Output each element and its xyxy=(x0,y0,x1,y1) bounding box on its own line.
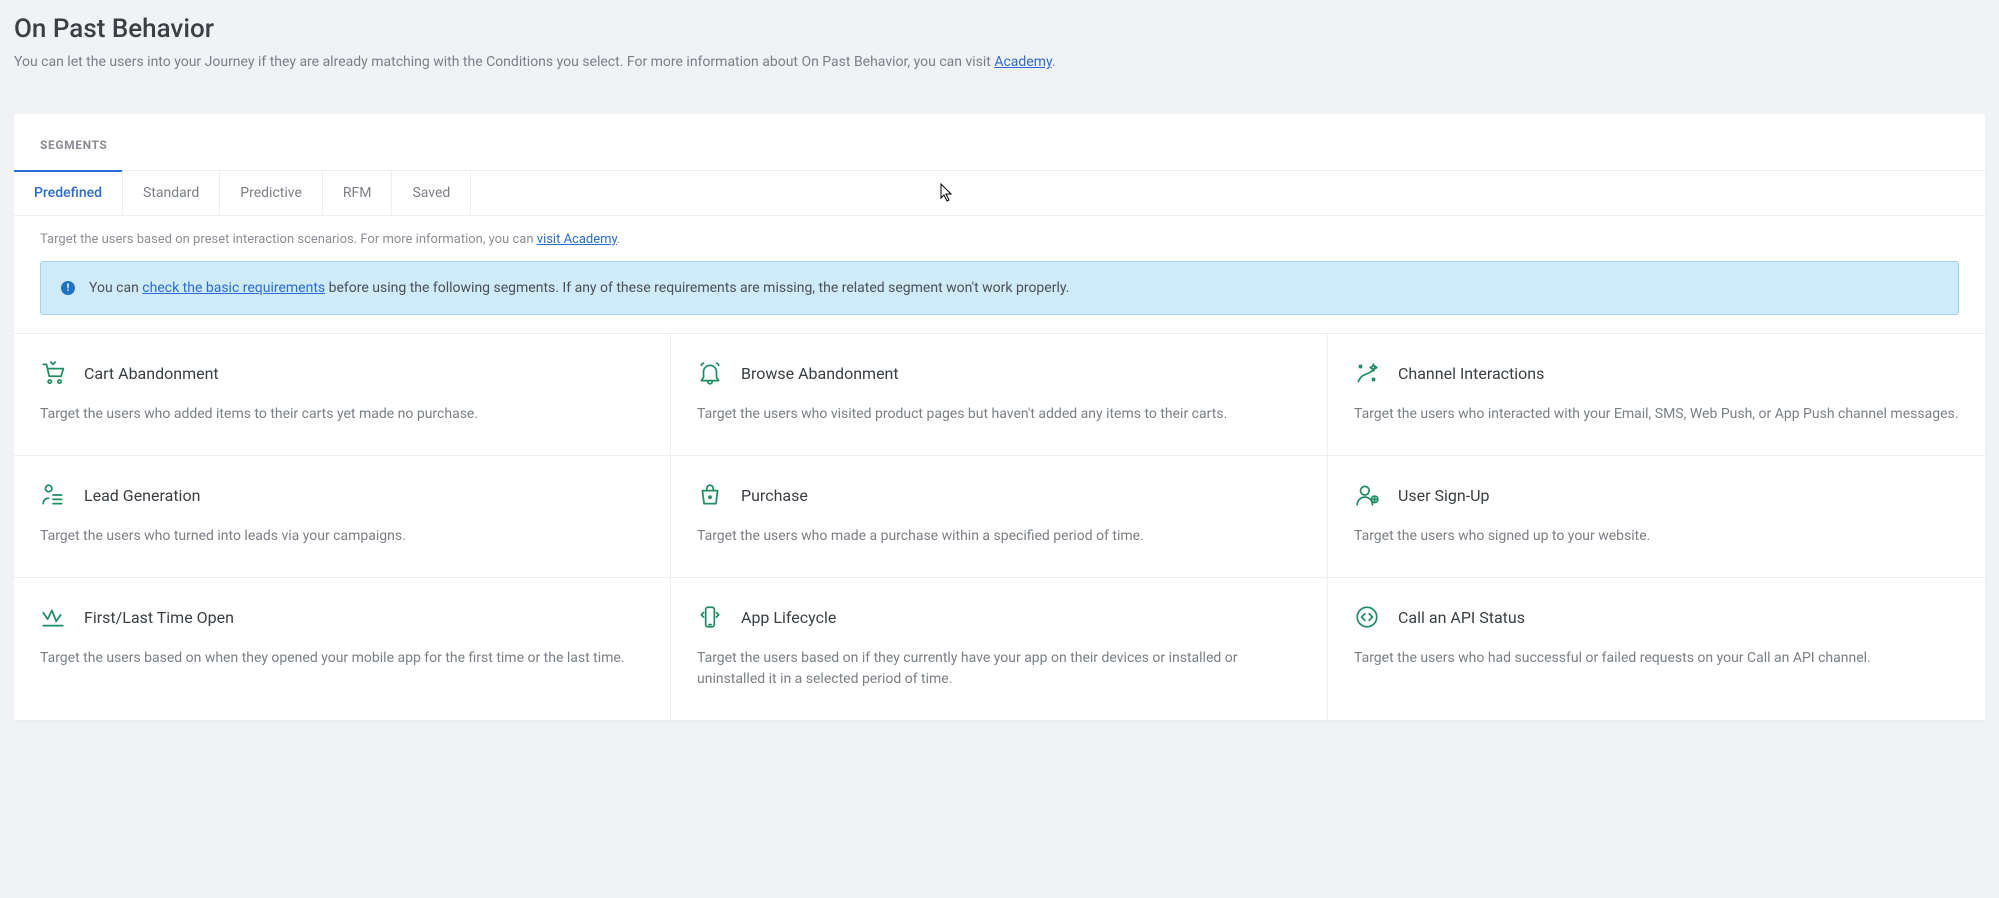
page-subtitle-post: . xyxy=(1052,54,1056,70)
card-channel-interactions[interactable]: Channel Interactions Target the users wh… xyxy=(1328,334,1985,456)
card-app-lifecycle[interactable]: App Lifecycle Target the users based on … xyxy=(671,578,1328,721)
card-head: Channel Interactions xyxy=(1354,360,1959,386)
tab-description: Target the users based on preset interac… xyxy=(14,216,1985,261)
user-plus-icon xyxy=(1354,482,1380,508)
card-title: Browse Abandonment xyxy=(741,364,899,383)
card-desc: Target the users who turned into leads v… xyxy=(40,526,644,547)
card-title: Lead Generation xyxy=(84,486,200,505)
card-head: App Lifecycle xyxy=(697,604,1301,630)
segments-panel: SEGMENTS Predefined Standard Predictive … xyxy=(14,114,1985,721)
card-title: First/Last Time Open xyxy=(84,608,234,627)
card-desc: Target the users who visited product pag… xyxy=(697,404,1301,425)
card-head: Cart Abandonment xyxy=(40,360,644,386)
card-head: Call an API Status xyxy=(1354,604,1959,630)
requirements-banner: You can check the basic requirements bef… xyxy=(40,261,1959,315)
card-cart-abandonment[interactable]: Cart Abandonment Target the users who ad… xyxy=(14,334,671,456)
page-header: On Past Behavior You can let the users i… xyxy=(14,14,1985,88)
segment-grid: Cart Abandonment Target the users who ad… xyxy=(14,333,1985,721)
page-title: On Past Behavior xyxy=(14,14,1985,44)
timeline-icon xyxy=(40,604,66,630)
spark-icon xyxy=(1354,360,1380,386)
card-lead-generation[interactable]: Lead Generation Target the users who tur… xyxy=(14,456,671,578)
banner-post: before using the following segments. If … xyxy=(325,280,1069,296)
segments-label: SEGMENTS xyxy=(14,114,1985,171)
bell-icon xyxy=(697,360,723,386)
card-desc: Target the users based on if they curren… xyxy=(697,648,1301,690)
banner-link[interactable]: check the basic requirements xyxy=(142,280,325,296)
segment-tabs: Predefined Standard Predictive RFM Saved xyxy=(14,171,1985,216)
card-desc: Target the users who signed up to your w… xyxy=(1354,526,1959,547)
lead-icon xyxy=(40,482,66,508)
api-icon xyxy=(1354,604,1380,630)
tab-desc-post: . xyxy=(617,232,620,247)
page-subtitle: You can let the users into your Journey … xyxy=(14,54,1985,70)
card-desc: Target the users who made a purchase wit… xyxy=(697,526,1301,547)
card-title: Channel Interactions xyxy=(1398,364,1544,383)
tab-standard[interactable]: Standard xyxy=(123,171,220,215)
card-head: First/Last Time Open xyxy=(40,604,644,630)
tab-saved[interactable]: Saved xyxy=(392,171,471,215)
bag-icon xyxy=(697,482,723,508)
card-desc: Target the users based on when they open… xyxy=(40,648,644,669)
card-purchase[interactable]: Purchase Target the users who made a pur… xyxy=(671,456,1328,578)
tab-desc-pre: Target the users based on preset interac… xyxy=(40,232,537,247)
tab-desc-link[interactable]: visit Academy xyxy=(537,232,617,247)
card-desc: Target the users who added items to thei… xyxy=(40,404,644,425)
card-head: User Sign-Up xyxy=(1354,482,1959,508)
card-head: Lead Generation xyxy=(40,482,644,508)
card-title: App Lifecycle xyxy=(741,608,836,627)
card-title: Call an API Status xyxy=(1398,608,1525,627)
info-icon xyxy=(61,281,75,295)
card-desc: Target the users who interacted with you… xyxy=(1354,404,1959,425)
card-browse-abandonment[interactable]: Browse Abandonment Target the users who … xyxy=(671,334,1328,456)
tab-predefined[interactable]: Predefined xyxy=(14,171,123,215)
card-title: Purchase xyxy=(741,486,808,505)
academy-link[interactable]: Academy xyxy=(994,54,1052,70)
card-title: User Sign-Up xyxy=(1398,486,1490,505)
card-call-api-status[interactable]: Call an API Status Target the users who … xyxy=(1328,578,1985,721)
card-title: Cart Abandonment xyxy=(84,364,219,383)
tab-rfm[interactable]: RFM xyxy=(323,171,393,215)
card-head: Purchase xyxy=(697,482,1301,508)
phone-icon xyxy=(697,604,723,630)
banner-pre: You can xyxy=(89,280,142,296)
card-desc: Target the users who had successful or f… xyxy=(1354,648,1959,669)
card-user-signup[interactable]: User Sign-Up Target the users who signed… xyxy=(1328,456,1985,578)
cart-icon xyxy=(40,360,66,386)
page-subtitle-pre: You can let the users into your Journey … xyxy=(14,54,994,70)
card-head: Browse Abandonment xyxy=(697,360,1301,386)
tab-predictive[interactable]: Predictive xyxy=(220,171,323,215)
card-first-last-open[interactable]: First/Last Time Open Target the users ba… xyxy=(14,578,671,721)
banner-text: You can check the basic requirements bef… xyxy=(89,280,1069,296)
